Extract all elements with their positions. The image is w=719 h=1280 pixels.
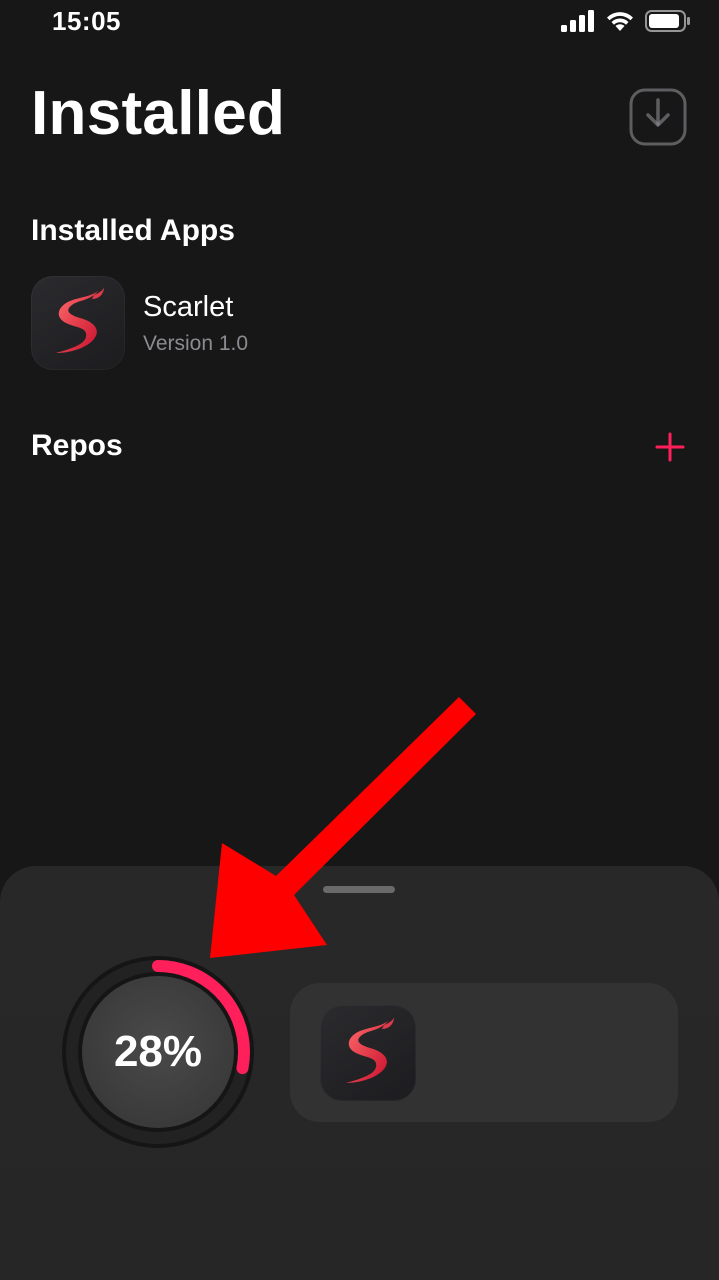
battery-icon [645, 10, 690, 32]
repos-heading: Repos [31, 429, 123, 462]
app-version: Version 1.0 [143, 331, 249, 355]
cellular-signal-icon [561, 10, 594, 32]
download-button[interactable] [629, 88, 687, 146]
sheet-grabber[interactable] [323, 886, 395, 893]
add-repo-button[interactable] [655, 432, 685, 462]
screen: 15:05 Installed Installed Apps Scarlet V… [0, 0, 719, 1280]
queued-app-card[interactable] [290, 983, 678, 1122]
download-tray-icon [629, 88, 687, 146]
app-name: Scarlet [143, 290, 234, 323]
progress-percentage: 28% [113, 1027, 203, 1076]
status-time: 15:05 [52, 6, 121, 36]
app-icon [31, 276, 125, 370]
installed-app-row[interactable]: Scarlet Version 1.0 [31, 276, 248, 370]
installed-apps-heading: Installed Apps [31, 214, 235, 247]
status-bar: 15:05 [0, 0, 719, 44]
scarlet-logo-icon [346, 1017, 394, 1083]
wifi-icon [607, 12, 633, 31]
page-title: Installed [31, 79, 286, 148]
queued-app-icon [320, 1005, 416, 1101]
status-icons [561, 10, 691, 32]
install-queue-sheet[interactable]: 28% [0, 866, 719, 1280]
scarlet-logo-icon [56, 287, 104, 353]
app-text: Scarlet Version 1.0 [143, 291, 248, 356]
plus-icon [655, 432, 685, 462]
